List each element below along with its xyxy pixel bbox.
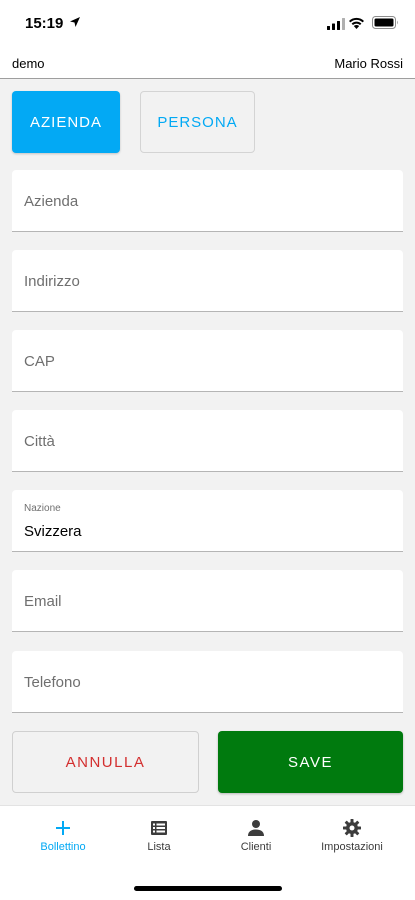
user-name: Mario Rossi <box>334 56 403 71</box>
status-time: 15:19 <box>25 15 64 32</box>
telefono-field[interactable]: Telefono <box>12 651 403 713</box>
nav-item-bollettino[interactable]: Bollettino <box>13 818 113 868</box>
status-bar: 15:19 <box>0 0 415 48</box>
email-field[interactable]: Email <box>12 570 403 632</box>
email-placeholder: Email <box>24 593 62 610</box>
azienda-toggle-button[interactable]: AZIENDA <box>12 91 120 153</box>
indirizzo-placeholder: Indirizzo <box>24 273 80 290</box>
nav-label-lista: Lista <box>147 841 171 853</box>
gear-icon <box>343 819 361 837</box>
persona-toggle-button[interactable]: PERSONA <box>140 91 255 153</box>
nav-item-impostazioni[interactable]: Impostazioni <box>302 818 402 868</box>
citta-field[interactable]: Città <box>12 410 403 472</box>
wifi-icon <box>349 17 364 29</box>
azienda-field[interactable]: Azienda <box>12 170 403 232</box>
nazione-field[interactable]: Nazione Svizzera <box>12 490 403 552</box>
indirizzo-field[interactable]: Indirizzo <box>12 250 403 312</box>
app-screen: 15:19 demo Mario Rossi AZIENDA PERSONA A… <box>0 0 415 900</box>
nav-label-bollettino: Bollettino <box>40 841 86 853</box>
battery-icon <box>372 16 398 29</box>
plus-icon <box>56 821 70 835</box>
nazione-value: Svizzera <box>24 523 82 540</box>
save-button[interactable]: SAVE <box>218 731 403 793</box>
cap-field[interactable]: CAP <box>12 330 403 392</box>
app-header: demo Mario Rossi <box>0 48 415 79</box>
nav-label-impostazioni: Impostazioni <box>321 841 383 853</box>
location-arrow-icon <box>70 17 80 27</box>
person-icon <box>248 820 264 836</box>
citta-placeholder: Città <box>24 433 55 450</box>
list-icon <box>151 821 167 835</box>
cancel-button[interactable]: ANNULLA <box>12 731 199 793</box>
telefono-placeholder: Telefono <box>24 674 81 691</box>
cellular-signal-icon <box>327 18 345 30</box>
nav-item-clienti[interactable]: Clienti <box>206 818 306 868</box>
nav-item-lista[interactable]: Lista <box>109 818 209 868</box>
nazione-label: Nazione <box>24 503 61 514</box>
workspace-label: demo <box>12 56 45 71</box>
cap-placeholder: CAP <box>24 353 55 370</box>
azienda-placeholder: Azienda <box>24 193 79 210</box>
home-indicator <box>134 886 282 891</box>
nav-label-clienti: Clienti <box>240 841 272 853</box>
